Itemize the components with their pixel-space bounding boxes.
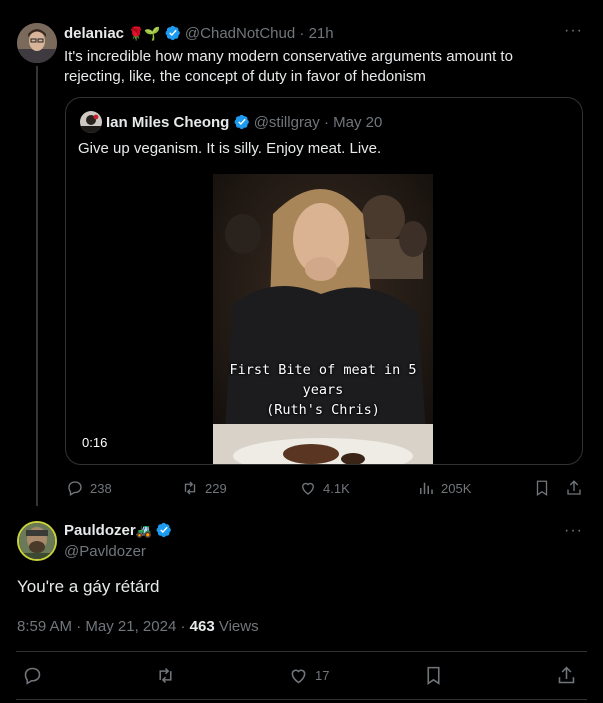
video-duration: 0:16: [82, 435, 108, 450]
avatar-delaniac[interactable]: [17, 23, 57, 63]
verified-badge-icon: [156, 522, 171, 538]
repost-icon: [159, 667, 172, 684]
views-button[interactable]: 205K: [417, 479, 471, 497]
heart-icon: [302, 482, 314, 495]
more-options-icon[interactable]: ···: [564, 22, 583, 40]
quote-text: Give up veganism. It is silly. Enjoy mea…: [78, 140, 382, 157]
name-emojis: 🌹🌱: [128, 26, 161, 41]
repost-count: 229: [205, 480, 227, 496]
post-text: It's incredible how many modern conserva…: [64, 48, 513, 85]
post-date[interactable]: May 21, 2024: [85, 618, 176, 635]
repost-button[interactable]: 229: [181, 479, 227, 497]
reply-header: Pauldozer🚜: [64, 522, 172, 539]
bookmark-icon: [536, 480, 548, 497]
avatar-ian-miles-cheong: [80, 111, 102, 133]
timestamp[interactable]: 21h: [309, 25, 334, 42]
reply-icon: [24, 667, 41, 685]
share-icon: [567, 480, 581, 495]
heart-icon: [291, 669, 306, 684]
repost-icon: [184, 481, 196, 495]
more-options-icon[interactable]: ···: [564, 522, 583, 540]
bookmark-icon: [427, 666, 440, 685]
post-meta: 8:59 AM · May 21, 2024 · 463 Views: [17, 618, 259, 635]
divider-bottom: [16, 699, 587, 700]
display-name[interactable]: delaniac: [64, 25, 124, 42]
reply-button[interactable]: 238: [66, 479, 112, 497]
analytics-icon: [420, 482, 433, 494]
views-label: Views: [218, 618, 259, 635]
reply-button[interactable]: [22, 665, 43, 686]
post-time[interactable]: 8:59 AM: [17, 618, 72, 635]
quote-date: May 20: [333, 114, 383, 131]
video-caption-line2: years: [302, 382, 344, 398]
like-button[interactable]: 4.1K: [299, 479, 350, 497]
video-caption-line1: First Bite of meat in 5: [229, 362, 417, 378]
video-caption-line3: (Ruth's Chris): [266, 402, 380, 418]
quote-header: Ian Miles Cheong @stillgray · May 20: [106, 114, 383, 131]
video-frame: [213, 174, 433, 464]
share-button[interactable]: [565, 479, 583, 497]
reply-handle[interactable]: @Pavldozer: [64, 543, 146, 560]
verified-badge-icon: [165, 25, 180, 41]
thread-line: [36, 66, 38, 506]
view-count: 205K: [441, 480, 472, 496]
quote-display-name: Ian Miles Cheong: [106, 114, 230, 131]
bookmark-button[interactable]: [533, 479, 551, 497]
reply-count: 238: [90, 480, 112, 496]
reply-icon: [68, 481, 82, 496]
like-count: 4.1K: [323, 480, 350, 496]
like-count: 17: [315, 668, 330, 683]
tractor-emoji: 🚜: [135, 523, 152, 538]
avatar-pauldozer[interactable]: [17, 521, 57, 561]
repost-button[interactable]: [155, 665, 176, 686]
post-header: delaniac 🌹🌱 @ChadNotChud · 21h: [64, 25, 334, 42]
bookmark-button[interactable]: [423, 665, 444, 686]
handle[interactable]: @ChadNotChud: [185, 25, 295, 42]
verified-badge-icon: [234, 114, 249, 130]
share-button[interactable]: [556, 665, 577, 686]
divider-top: [16, 651, 587, 652]
reply-display-name[interactable]: Pauldozer: [64, 522, 136, 539]
view-count-number: 463: [189, 618, 215, 635]
share-icon: [558, 666, 575, 684]
video-player[interactable]: First Bite of meat in 5 years (Ruth's Ch…: [213, 174, 433, 464]
quote-handle: @stillgray: [253, 114, 320, 131]
reply-text: You're a gáy rétárd: [17, 577, 160, 596]
like-button[interactable]: 17: [288, 665, 329, 686]
